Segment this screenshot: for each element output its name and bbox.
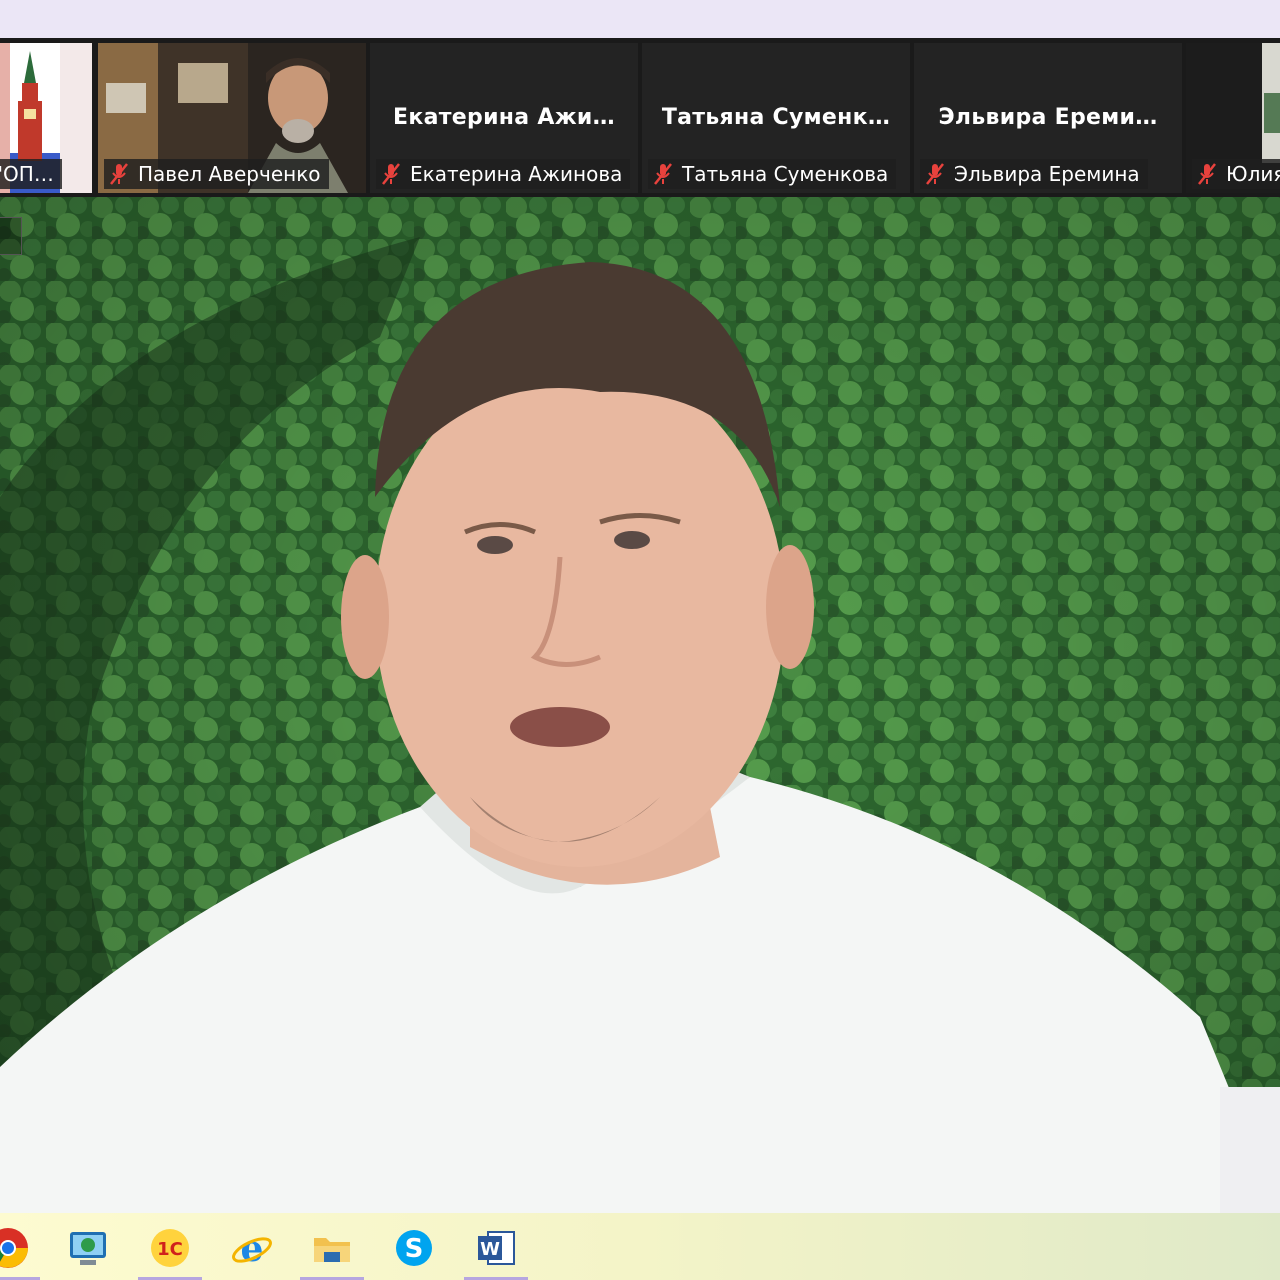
mic-muted-icon	[924, 162, 946, 186]
window-top-strip	[0, 0, 1280, 38]
moss-wall-background	[0, 197, 1280, 1213]
participant-name-label: Эльвира Еремина	[920, 159, 1148, 189]
participant-name: Екатерина Ажинова	[410, 162, 623, 186]
skype-icon: S	[396, 1230, 432, 1266]
participant-name: Татьяна Суменкова	[682, 162, 889, 186]
skype-icon-text: S	[405, 1234, 424, 1264]
participant-name: Павел Аверченко	[138, 162, 321, 186]
participant-name: Эльвира Еремина	[954, 162, 1140, 186]
mic-muted-icon	[108, 162, 130, 186]
participant-tile[interactable]: Татьяна Суменк… Татьяна Суменкова	[642, 43, 910, 193]
participant-gallery: ут "ОП… Павел Аверченко Екатерина Ажи…	[0, 38, 1280, 197]
participant-tile[interactable]: Екатерина Ажи… Екатерина Ажинова	[370, 43, 638, 193]
participant-name-label: ут "ОП…	[0, 159, 62, 189]
participant-name: ут "ОП…	[0, 162, 54, 186]
participant-name-label: Татьяна Суменкова	[648, 159, 897, 189]
participant-name-label: Екатерина Ажинова	[376, 159, 631, 189]
participant-tile[interactable]: Юлия	[1186, 43, 1280, 193]
participant-tile[interactable]: ут "ОП…	[0, 43, 92, 193]
1c-icon-text: 1С	[157, 1239, 183, 1260]
taskbar-item-chrome[interactable]	[0, 1219, 40, 1280]
taskbar-item-1c[interactable]: 1С	[138, 1219, 202, 1280]
participant-display-name: Татьяна Суменк…	[661, 105, 891, 130]
active-speaker-video[interactable]	[0, 197, 1280, 1213]
participant-display-name: Эльвира Ереми…	[938, 105, 1158, 130]
participant-tile[interactable]: Павел Аверченко	[98, 43, 366, 193]
participant-tile[interactable]: Эльвира Ереми… Эльвира Еремина	[914, 43, 1182, 193]
mic-muted-icon	[1196, 162, 1218, 186]
taskbar-item-word[interactable]: W	[464, 1219, 528, 1280]
internet-explorer-icon: e	[232, 1228, 272, 1270]
taskbar-item-internet-explorer[interactable]: e	[220, 1219, 284, 1277]
mic-muted-icon	[380, 162, 402, 186]
panel-edge-indicator	[0, 217, 22, 255]
taskbar: 1С e S W	[0, 1213, 1280, 1280]
participant-name-label: Юлия	[1192, 159, 1280, 189]
remote-desktop-icon	[70, 1232, 106, 1265]
1c-icon: 1С	[151, 1229, 189, 1267]
mic-muted-icon	[652, 162, 674, 186]
word-icon: W	[478, 1231, 515, 1265]
word-icon-text: W	[480, 1239, 500, 1260]
participant-display-name: Екатерина Ажи…	[393, 105, 615, 130]
file-explorer-icon	[314, 1238, 350, 1262]
taskbar-item-skype[interactable]: S	[382, 1219, 446, 1277]
taskbar-item-file-explorer[interactable]	[300, 1219, 364, 1280]
participant-name: Юлия	[1226, 162, 1280, 186]
ie-icon-text: e	[241, 1228, 264, 1270]
participant-name-label: Павел Аверченко	[104, 159, 329, 189]
taskbar-item-remote-desktop[interactable]	[56, 1219, 120, 1277]
chrome-icon	[0, 1228, 28, 1268]
